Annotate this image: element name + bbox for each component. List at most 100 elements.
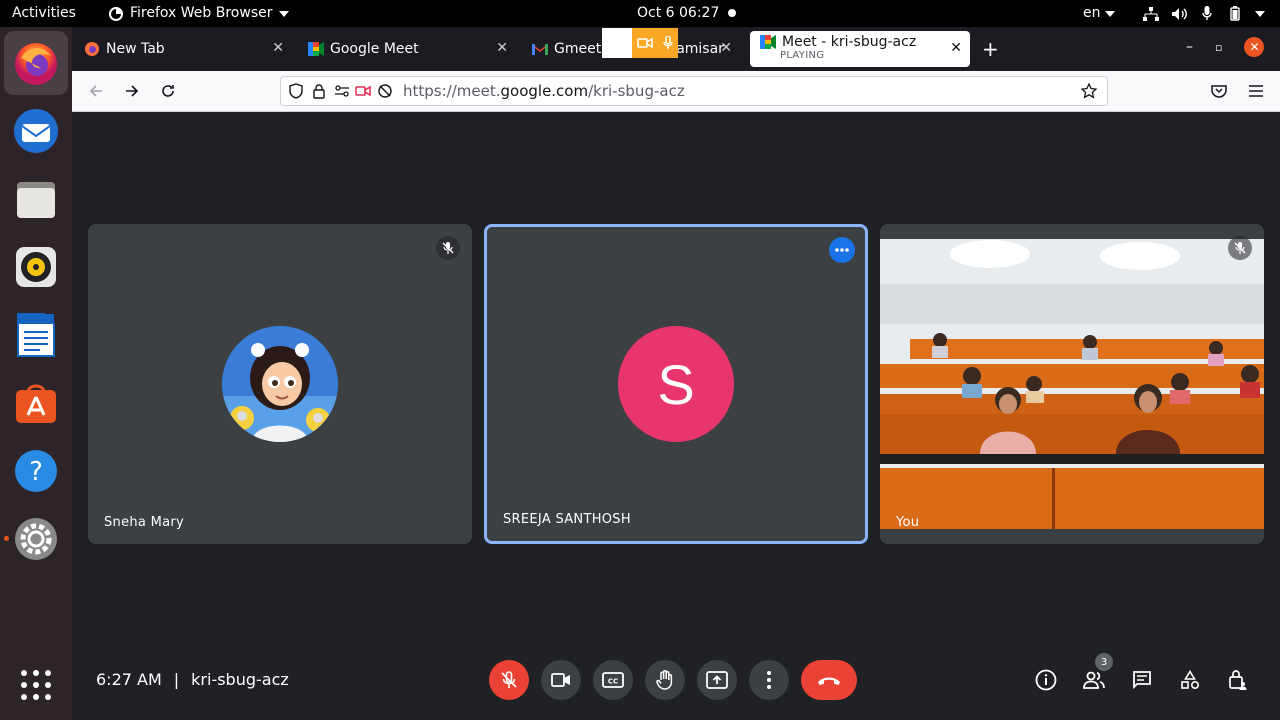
- input-language-menu[interactable]: en: [1083, 0, 1115, 27]
- autoplay-blocked-icon: [378, 84, 392, 98]
- gnome-top-bar: Activities Firefox Web Browser Oct 6 06:…: [0, 0, 1280, 27]
- svg-text:CC: CC: [608, 678, 618, 686]
- url-scheme: https://meet.: [403, 82, 501, 100]
- language-label: en: [1083, 5, 1101, 21]
- tab-label: New Tab: [106, 41, 165, 57]
- url-text[interactable]: https://meet.google.com/kri-sbug-acz: [403, 82, 685, 100]
- raise-hand-button[interactable]: [645, 660, 685, 700]
- participant-name: Sneha Mary: [104, 515, 185, 530]
- dock-settings[interactable]: [4, 507, 68, 571]
- chat-icon: [1133, 671, 1151, 690]
- muted-mic-icon: [436, 236, 460, 260]
- hamburger-menu-icon: [1249, 85, 1263, 97]
- dock-rhythmbox[interactable]: [4, 235, 68, 299]
- tab-label: Meet - kri-sbug-acz: [782, 34, 917, 50]
- dock-files[interactable]: [4, 167, 68, 231]
- gmail-icon: [532, 41, 548, 57]
- reload-button[interactable]: [158, 81, 178, 101]
- dock-firefox[interactable]: [4, 31, 68, 95]
- microphone-icon: [663, 36, 673, 49]
- close-tab-icon[interactable]: ✕: [496, 40, 508, 56]
- chevron-down-icon: [278, 10, 289, 17]
- meeting-details-button[interactable]: [1034, 668, 1058, 692]
- meeting-code: kri-sbug-acz: [191, 670, 289, 689]
- toggle-microphone-button[interactable]: [489, 660, 529, 700]
- participant-count-badge: 3: [1095, 653, 1113, 671]
- dock-ubuntu-software[interactable]: [4, 371, 68, 435]
- minimize-button[interactable]: –: [1186, 39, 1193, 55]
- tab-new-tab[interactable]: New Tab ✕: [74, 31, 292, 67]
- captions-button[interactable]: CC: [593, 660, 633, 700]
- pocket-icon: [1211, 85, 1227, 98]
- activities-shapes-icon: [1181, 670, 1200, 690]
- forward-button[interactable]: [122, 81, 142, 101]
- call-end-icon: [818, 677, 840, 685]
- lock-icon[interactable]: [313, 83, 325, 99]
- activities-button[interactable]: Activities: [12, 0, 76, 27]
- url-bar[interactable]: https://meet.google.com/kri-sbug-acz: [280, 76, 1108, 106]
- pocket-button[interactable]: [1209, 81, 1229, 101]
- app-menu[interactable]: Firefox Web Browser: [108, 0, 289, 27]
- chevron-down-icon: [1104, 10, 1115, 17]
- tab-label: Gmeet: [554, 41, 602, 57]
- toggle-camera-button[interactable]: [541, 660, 581, 700]
- back-button[interactable]: [86, 81, 106, 101]
- chevron-down-icon: [1255, 10, 1265, 17]
- tracking-shield-icon[interactable]: [289, 83, 303, 99]
- new-tab-button[interactable]: +: [982, 37, 999, 61]
- closed-captions-icon: CC: [602, 672, 624, 688]
- maximize-button[interactable]: ▫: [1215, 41, 1222, 54]
- tab-playing-label: PLAYING: [780, 50, 825, 61]
- site-permissions[interactable]: [335, 83, 393, 99]
- sharing-indicator-body: [632, 28, 678, 58]
- arrow-left-icon: [89, 85, 102, 97]
- sharing-indicator[interactable]: [602, 28, 678, 58]
- clock[interactable]: Oct 6 06:27: [637, 0, 719, 27]
- app-menu-button[interactable]: [1246, 81, 1266, 101]
- url-path: /kri-sbug-acz: [588, 82, 685, 100]
- camera-sharing-icon: [355, 85, 371, 97]
- dock-libreoffice-writer[interactable]: [4, 303, 68, 367]
- videocam-icon: [551, 673, 570, 687]
- more-options-button[interactable]: [829, 237, 855, 263]
- close-window-button[interactable]: ✕: [1244, 37, 1265, 57]
- show-applications-button[interactable]: [4, 653, 68, 717]
- close-tab-icon[interactable]: ✕: [950, 40, 962, 56]
- libreoffice-writer-icon: [17, 313, 55, 357]
- permissions-icon: [335, 85, 349, 97]
- microphone-icon: [1199, 6, 1215, 22]
- more-options-button[interactable]: [749, 660, 789, 700]
- app-grid-icon: [21, 670, 51, 700]
- participant-avatar: [222, 326, 338, 442]
- self-view-tile[interactable]: You: [880, 224, 1264, 544]
- app-menu-label: Firefox Web Browser: [130, 5, 273, 21]
- tab-meet-kri-sbug-acz[interactable]: Meet - kri-sbug-acz PLAYING ✕: [750, 31, 970, 67]
- url-host: google.com: [500, 82, 589, 100]
- participant-name: You: [896, 515, 920, 530]
- files-icon: [17, 182, 55, 218]
- sharing-indicator-handle[interactable]: [602, 28, 632, 58]
- host-controls-button[interactable]: [1226, 668, 1250, 692]
- close-tab-icon[interactable]: ✕: [720, 40, 732, 56]
- rhythmbox-icon: [16, 247, 56, 287]
- meet-call-view: Sneha Mary S SREEJA SANTHOSH You 6:27 AM…: [72, 112, 1280, 720]
- system-tray[interactable]: [1143, 0, 1265, 27]
- dock-help[interactable]: ?: [4, 439, 68, 503]
- thunderbird-icon: [14, 109, 58, 153]
- activities-button[interactable]: [1178, 668, 1202, 692]
- leave-call-button[interactable]: [801, 660, 857, 700]
- tab-label: Google Meet: [330, 41, 419, 57]
- show-everyone-button[interactable]: [1082, 668, 1106, 692]
- close-tab-icon[interactable]: ✕: [272, 40, 284, 56]
- chat-button[interactable]: [1130, 668, 1154, 692]
- tab-label-partial: amisar: [676, 41, 724, 57]
- tab-google-meet[interactable]: Google Meet ✕: [298, 31, 516, 67]
- participant-tile[interactable]: Sneha Mary: [88, 224, 472, 544]
- participant-tile-active-speaker[interactable]: S SREEJA SANTHOSH: [484, 224, 868, 544]
- firefox-small-icon: [109, 6, 123, 21]
- dock-thunderbird[interactable]: [4, 99, 68, 163]
- bookmark-star-icon[interactable]: [1081, 83, 1097, 99]
- present-screen-button[interactable]: [697, 660, 737, 700]
- meet-control-bar: 6:27 AM | kri-sbug-acz CC 3: [72, 642, 1280, 720]
- meeting-time: 6:27 AM: [96, 670, 162, 689]
